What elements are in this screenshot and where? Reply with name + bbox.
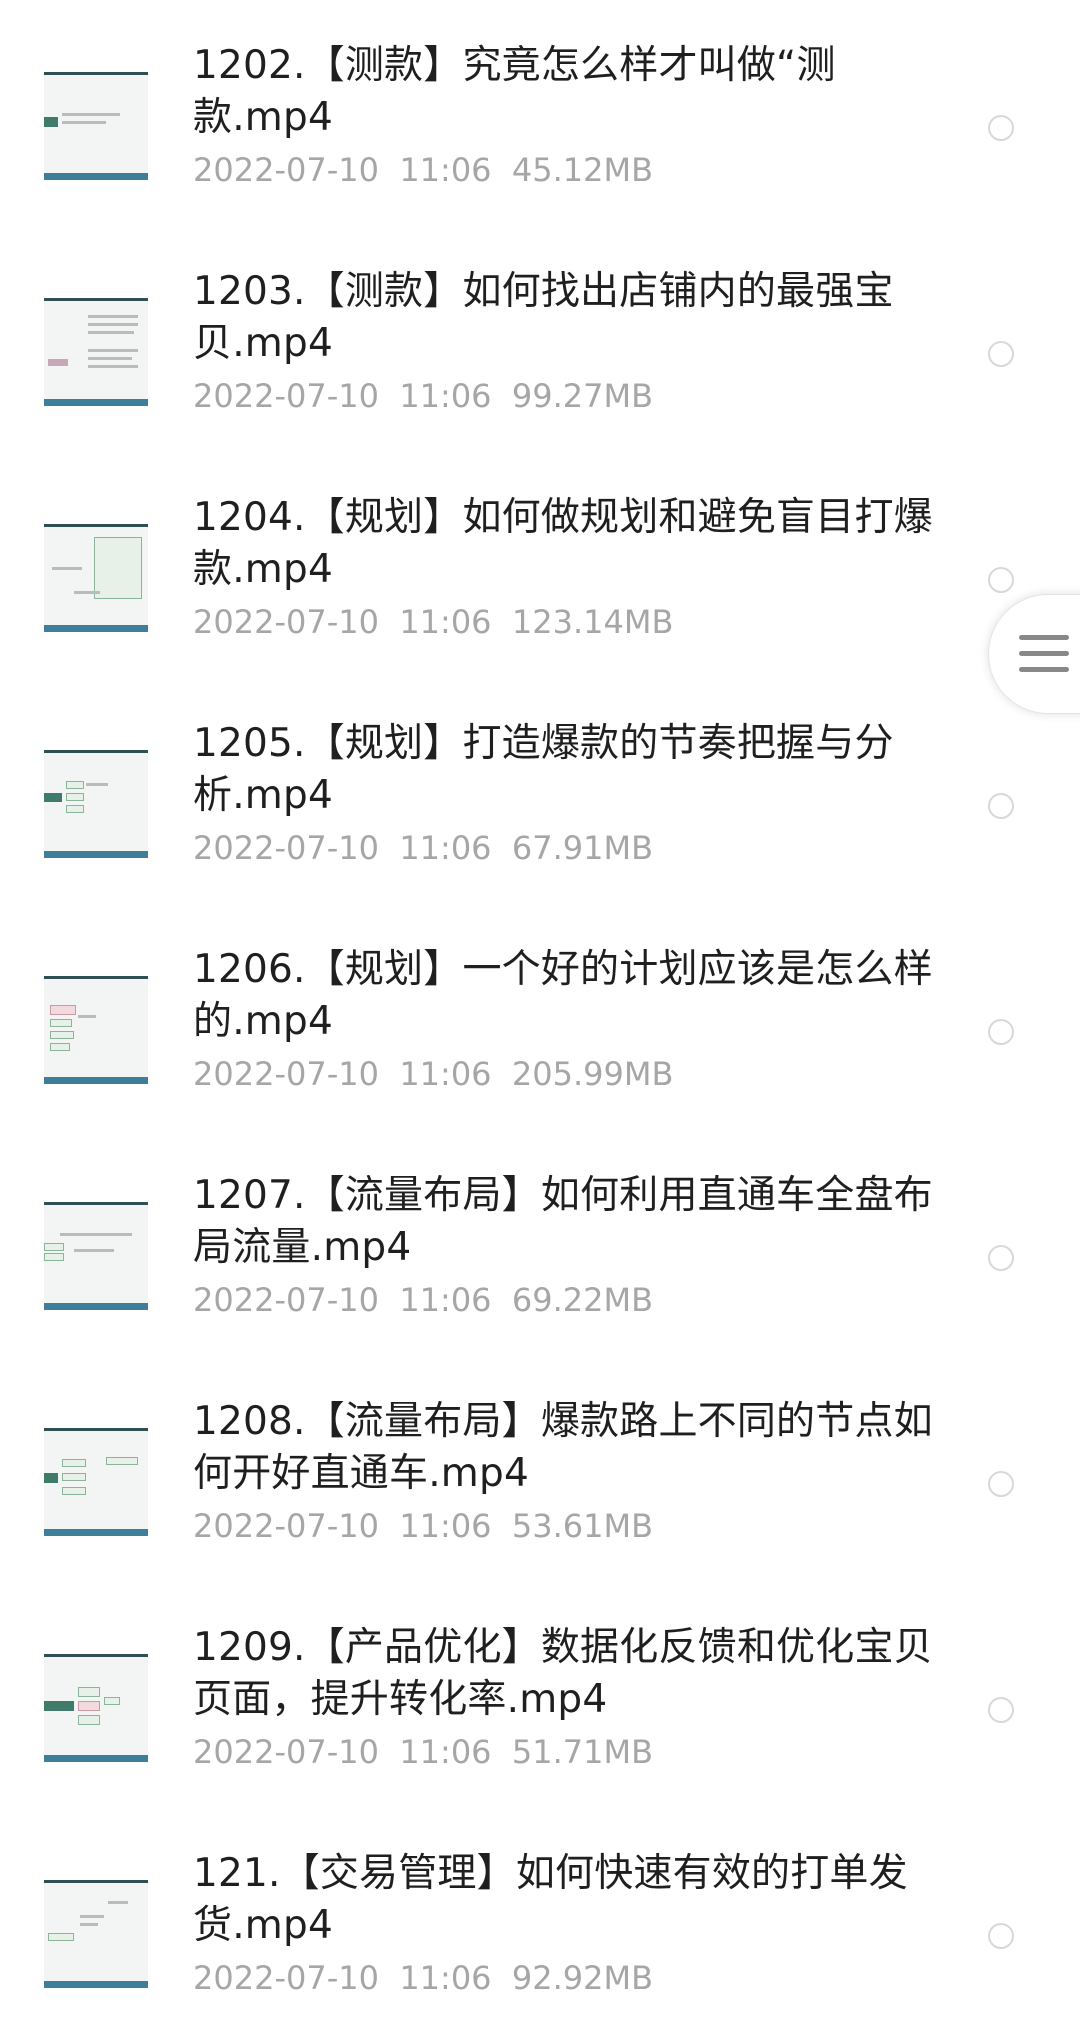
- select-radio[interactable]: [988, 793, 1014, 819]
- file-time: 11:06: [399, 151, 492, 189]
- file-date: 2022-07-10: [193, 1733, 379, 1771]
- file-size: 99.27MB: [511, 377, 654, 415]
- file-meta: 2022-07-10 11:06 67.91MB: [193, 828, 653, 868]
- file-meta: 2022-07-10 11:06 92.92MB: [193, 1958, 653, 1998]
- file-time: 11:06: [399, 1733, 492, 1771]
- file-size: 205.99MB: [511, 1055, 674, 1093]
- file-meta: 2022-07-10 11:06 45.12MB: [193, 150, 653, 190]
- hamburger-menu-icon: [1019, 635, 1069, 675]
- file-meta: 2022-07-10 11:06 99.27MB: [193, 376, 653, 416]
- video-thumbnail: [44, 1202, 148, 1310]
- file-date: 2022-07-10: [193, 377, 379, 415]
- file-title: 1203.【测款】如何找出店铺内的最强宝贝.mp4: [193, 269, 894, 366]
- file-title: 1205.【规划】打造爆款的节奏把握与分析.mp4: [193, 721, 894, 818]
- file-size: 53.61MB: [511, 1507, 654, 1545]
- file-time: 11:06: [399, 377, 492, 415]
- file-time: 11:06: [399, 1055, 492, 1093]
- video-thumbnail: [44, 1880, 148, 1988]
- select-radio[interactable]: [988, 1923, 1014, 1949]
- video-thumbnail: [44, 72, 148, 180]
- video-thumbnail: [44, 1654, 148, 1762]
- file-row[interactable]: 1202.【测款】究竟怎么样才叫做“测款.mp4 2022-07-10 11:0…: [0, 0, 1080, 226]
- file-title: 121.【交易管理】如何快速有效的打单发货.mp4: [193, 1851, 908, 1948]
- select-radio[interactable]: [988, 341, 1014, 367]
- file-date: 2022-07-10: [193, 1281, 379, 1319]
- file-title: 1207.【流量布局】如何利用直通车全盘布局流量.mp4: [193, 1173, 933, 1270]
- video-thumbnail: [44, 976, 148, 1084]
- file-meta: 2022-07-10 11:06 205.99MB: [193, 1054, 673, 1094]
- video-thumbnail: [44, 298, 148, 406]
- file-row[interactable]: 1206.【规划】一个好的计划应该是怎么样的.mp4 2022-07-10 11…: [0, 904, 1080, 1130]
- file-title: 1202.【测款】究竟怎么样才叫做“测款.mp4: [193, 43, 836, 140]
- file-size: 92.92MB: [511, 1959, 654, 1997]
- select-radio[interactable]: [988, 567, 1014, 593]
- file-title: 1208.【流量布局】爆款路上不同的节点如何开好直通车.mp4: [193, 1399, 933, 1496]
- file-time: 11:06: [399, 1959, 492, 1997]
- video-thumbnail: [44, 524, 148, 632]
- file-meta: 2022-07-10 11:06 123.14MB: [193, 602, 673, 642]
- file-time: 11:06: [399, 829, 492, 867]
- file-title: 1204.【规划】如何做规划和避免盲目打爆款.mp4: [193, 495, 933, 592]
- file-size: 67.91MB: [511, 829, 654, 867]
- video-thumbnail: [44, 1428, 148, 1536]
- file-date: 2022-07-10: [193, 1055, 379, 1093]
- file-row[interactable]: 1209.【产品优化】数据化反馈和优化宝贝页面，提升转化率.mp4 2022-0…: [0, 1582, 1080, 1808]
- select-radio[interactable]: [988, 1471, 1014, 1497]
- file-meta: 2022-07-10 11:06 53.61MB: [193, 1506, 653, 1546]
- video-thumbnail: [44, 750, 148, 858]
- file-time: 11:06: [399, 1507, 492, 1545]
- file-row[interactable]: 121.【交易管理】如何快速有效的打单发货.mp4 2022-07-10 11:…: [0, 1808, 1080, 2034]
- file-date: 2022-07-10: [193, 1507, 379, 1545]
- file-title: 1209.【产品优化】数据化反馈和优化宝贝页面，提升转化率.mp4: [193, 1625, 933, 1722]
- file-title: 1206.【规划】一个好的计划应该是怎么样的.mp4: [193, 947, 933, 1044]
- file-row[interactable]: 1208.【流量布局】爆款路上不同的节点如何开好直通车.mp4 2022-07-…: [0, 1356, 1080, 1582]
- file-time: 11:06: [399, 1281, 492, 1319]
- file-list: 1202.【测款】究竟怎么样才叫做“测款.mp4 2022-07-10 11:0…: [0, 0, 1080, 2034]
- file-size: 45.12MB: [511, 151, 654, 189]
- file-row[interactable]: 1204.【规划】如何做规划和避免盲目打爆款.mp4 2022-07-10 11…: [0, 452, 1080, 678]
- file-size: 123.14MB: [511, 603, 674, 641]
- select-radio[interactable]: [988, 1697, 1014, 1723]
- file-size: 51.71MB: [511, 1733, 654, 1771]
- file-time: 11:06: [399, 603, 492, 641]
- file-row[interactable]: 1205.【规划】打造爆款的节奏把握与分析.mp4 2022-07-10 11:…: [0, 678, 1080, 904]
- select-radio[interactable]: [988, 115, 1014, 141]
- select-radio[interactable]: [988, 1019, 1014, 1045]
- file-size: 69.22MB: [511, 1281, 654, 1319]
- select-radio[interactable]: [988, 1245, 1014, 1271]
- file-date: 2022-07-10: [193, 829, 379, 867]
- file-date: 2022-07-10: [193, 151, 379, 189]
- file-meta: 2022-07-10 11:06 69.22MB: [193, 1280, 653, 1320]
- file-meta: 2022-07-10 11:06 51.71MB: [193, 1732, 653, 1772]
- file-date: 2022-07-10: [193, 603, 379, 641]
- file-date: 2022-07-10: [193, 1959, 379, 1997]
- file-row[interactable]: 1207.【流量布局】如何利用直通车全盘布局流量.mp4 2022-07-10 …: [0, 1130, 1080, 1356]
- file-row[interactable]: 1203.【测款】如何找出店铺内的最强宝贝.mp4 2022-07-10 11:…: [0, 226, 1080, 452]
